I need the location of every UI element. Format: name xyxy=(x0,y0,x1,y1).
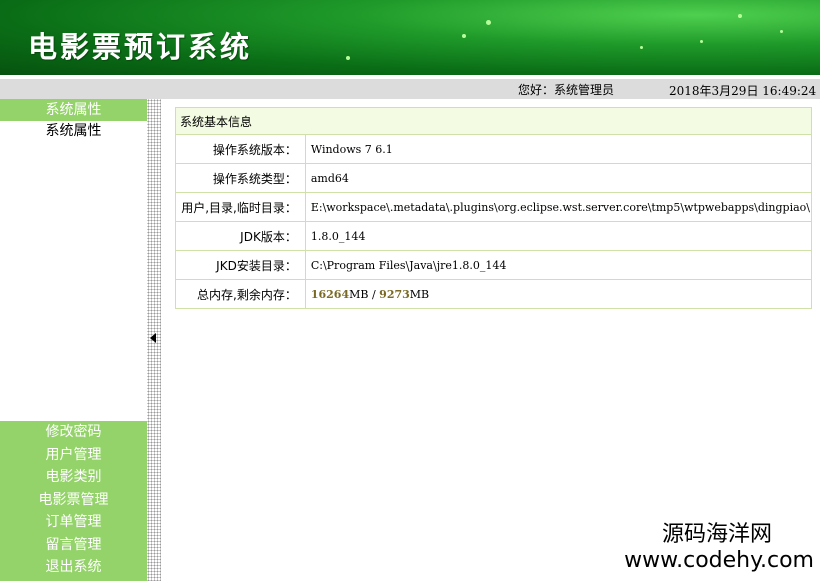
memory-value: 16264MB / 9273MB xyxy=(304,279,813,309)
row-label: 总内存,剩余内存： xyxy=(175,279,306,309)
total-memory: 16264 xyxy=(310,287,350,301)
row-label: 用户,目录,临时目录： xyxy=(175,192,306,222)
decor-sparkle xyxy=(462,34,466,38)
row-label: JDK版本： xyxy=(175,221,306,251)
memory-unit: MB xyxy=(349,287,369,301)
sidebar-item-user-management[interactable]: 用户管理 xyxy=(0,444,147,467)
row-label: 操作系统版本： xyxy=(175,134,306,164)
current-datetime: 2018年3月29日 16:49:24 xyxy=(669,84,817,98)
sidebar-item-message-management[interactable]: 留言管理 xyxy=(0,534,147,557)
table-row: 操作系统类型： amd64 xyxy=(175,163,813,193)
table-row: JKD安装目录： C:\Program Files\Java\jre1.8.0_… xyxy=(175,250,813,280)
sidebar-item-logout[interactable]: 退出系统 xyxy=(0,556,147,579)
sidebar-item-ticket-management[interactable]: 电影票管理 xyxy=(0,489,147,512)
sidebar-section-header[interactable]: 系统属性 xyxy=(0,99,147,121)
watermark-site-name: 源码海洋网 xyxy=(661,522,772,547)
sidebar-item-movie-category[interactable]: 电影类别 xyxy=(0,466,147,489)
decor-sparkle xyxy=(486,20,491,25)
memory-unit: MB xyxy=(409,287,430,301)
row-label: JKD安装目录： xyxy=(175,250,306,280)
decor-arc xyxy=(600,0,820,75)
collapse-arrow-icon[interactable] xyxy=(150,333,156,343)
watermark-url: www.codehy.com xyxy=(624,548,814,573)
sidebar-item-order-management[interactable]: 订单管理 xyxy=(0,511,147,534)
app-header: 电影票预订系统 xyxy=(0,0,820,75)
system-info-table: 系统基本信息 操作系统版本： Windows 7 6.1 操作系统类型： amd… xyxy=(175,107,813,309)
user-greeting: 您好：系统管理员 xyxy=(518,83,615,97)
row-label: 操作系统类型： xyxy=(175,163,306,193)
decor-sparkle xyxy=(640,46,643,49)
sidebar-item-system-properties[interactable]: 系统属性 xyxy=(0,121,147,141)
decor-sparkle xyxy=(738,14,742,18)
row-value: amd64 xyxy=(304,163,813,193)
table-row: 用户,目录,临时目录： E:\workspace\.metadata\.plug… xyxy=(175,192,813,222)
sidebar: 系统属性 系统属性 修改密码 用户管理 电影类别 电影票管理 订单管理 留言管理… xyxy=(0,99,147,581)
table-row: 总内存,剩余内存： 16264MB / 9273MB xyxy=(175,279,813,309)
table-row: 操作系统版本： Windows 7 6.1 xyxy=(175,134,813,164)
row-value: 1.8.0_144 xyxy=(304,221,813,251)
memory-separator: / xyxy=(368,287,380,301)
table-title: 系统基本信息 xyxy=(175,107,812,135)
decor-sparkle xyxy=(346,56,350,60)
free-memory: 9273 xyxy=(379,287,410,301)
status-bar: 您好：系统管理员 2018年3月29日 16:49:24 xyxy=(0,79,820,99)
sidebar-menu: 修改密码 用户管理 电影类别 电影票管理 订单管理 留言管理 退出系统 xyxy=(0,421,147,581)
row-value: E:\workspace\.metadata\.plugins\org.ecli… xyxy=(304,192,813,222)
decor-sparkle xyxy=(700,40,703,43)
row-value: Windows 7 6.1 xyxy=(304,134,813,164)
row-value: C:\Program Files\Java\jre1.8.0_144 xyxy=(304,250,813,280)
table-row: JDK版本： 1.8.0_144 xyxy=(175,221,813,251)
app-title: 电影票预订系统 xyxy=(28,30,253,64)
watermark: 源码海洋网 www.codehy.com xyxy=(624,516,814,573)
sidebar-item-change-password[interactable]: 修改密码 xyxy=(0,421,147,444)
decor-sparkle xyxy=(780,30,783,33)
